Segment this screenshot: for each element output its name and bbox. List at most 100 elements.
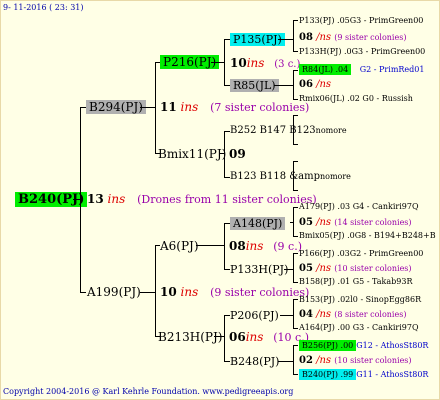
gen1-a199-num: 10 — [160, 285, 177, 299]
gen4-b256-label: B256(PJ) .00 — [299, 340, 357, 351]
gen2-b213h[interactable]: B213H(PJ) — [158, 331, 222, 343]
p216-stub — [211, 62, 225, 63]
gen2-a6-note: (9 c.) — [273, 240, 303, 253]
gen4-p206-note: (8 sister colonies) — [334, 310, 407, 319]
p135-stub — [278, 39, 294, 40]
gen1-b294-info: 11 ins (7 sister colonies) — [160, 101, 309, 113]
gen1-a199-ins: ins — [180, 285, 199, 299]
gen1-a199[interactable]: A199(PJ) — [87, 286, 141, 298]
gen4-p135-note: (9 sister colonies) — [334, 33, 407, 42]
gen4-b248-note: (10 sister colonies) — [334, 356, 412, 365]
gen2-a6-num: 08 — [229, 239, 246, 253]
gen4-b158[interactable]: B158(PJ) .01 G5 - Takab93R — [299, 278, 412, 286]
gen4-a164[interactable]: A164(PJ) .00 G3 - Cankiri97Q — [299, 324, 419, 332]
gen2-b213h-info: 06ins (10 c.) — [229, 331, 309, 343]
gen3-p133h[interactable]: P133H(PJ) — [230, 264, 288, 275]
a199-stub — [140, 292, 156, 293]
gen3-b252-label: B252 B147 B123 — [230, 125, 316, 136]
p135-branch-line — [293, 20, 294, 52]
gen3-b248[interactable]: B248(PJ) — [230, 356, 279, 367]
a199-branch-line — [155, 245, 156, 337]
b294-branch-line — [155, 62, 156, 154]
gen1-b294-note: (7 sister colonies) — [210, 101, 310, 114]
r85-stub — [274, 85, 294, 86]
a6-branch-line — [224, 223, 225, 270]
gen3-p206[interactable]: P206(PJ) — [230, 310, 279, 321]
b248-top-stub — [293, 345, 298, 346]
gen4-p206-ins: /ns — [316, 309, 332, 320]
bmix11-stub — [219, 153, 225, 154]
a6-stub — [196, 245, 225, 246]
p206-bottom-stub — [293, 328, 298, 329]
b294-stub — [140, 107, 156, 108]
gen4-b240[interactable]: B240(PJ) .99 G11 - AthosSt80R — [299, 369, 428, 380]
b248-bottom-stub — [293, 374, 298, 375]
gen1-b294[interactable]: B294(PJ) — [86, 100, 146, 114]
gen3-p135[interactable]: P135(PJ) — [230, 33, 285, 46]
root-note: (Drones from 11 sister colonies) — [137, 193, 317, 206]
gen4-a148-note: (14 sister colonies) — [334, 218, 412, 227]
p133h-branch-line — [293, 253, 294, 283]
b252-top-stub — [293, 115, 298, 116]
gen4-a148-mating: 05 /ns (14 sister colonies) — [299, 218, 412, 228]
gen2-bmix11-num: 09 — [229, 147, 246, 161]
b248-branch-line — [293, 345, 294, 375]
root-bottom-stub — [80, 292, 86, 293]
b123-branch-line — [293, 161, 294, 191]
root-stub — [73, 199, 81, 200]
gen4-r84-label: R84(JL) .04 — [299, 64, 352, 75]
gen4-bmix05[interactable]: Bmix05(PJ) .0G8 - B194+B248+B — [299, 232, 436, 240]
b123-bottom-stub — [293, 190, 298, 191]
gen4-r84[interactable]: R84(JL) .04 G2 - PrimRed01 — [299, 64, 425, 75]
gen4-p133h-note: (10 sister colonies) — [334, 264, 412, 273]
gen4-p133h-num: 05 — [299, 263, 313, 274]
gen3-p135-num: 10 — [230, 56, 247, 70]
gen4-b248-num: 02 — [299, 355, 313, 366]
root-ins: ins — [107, 192, 126, 206]
b252-bottom-stub — [293, 144, 298, 145]
gen4-p133h[interactable]: P133H(PJ) .0G3 - PrimGreen00 — [299, 48, 425, 56]
p135-top-stub — [293, 20, 298, 21]
gen4-b256[interactable]: B256(PJ) .00 G12 - AthosSt80R — [299, 340, 428, 351]
r85-top-stub — [293, 70, 298, 71]
gen4-b248-ins: /ns — [316, 355, 332, 366]
gen2-a6-ins: ins — [245, 239, 264, 253]
p133h-bottom-stub — [293, 282, 298, 283]
gen4-p135-ins: /ns — [316, 32, 332, 43]
gen2-bmix11[interactable]: Bmix11(PJ) — [158, 148, 226, 160]
a148-stub — [290, 222, 294, 223]
p133h-top-stub — [293, 253, 298, 254]
gen1-a199-note: (9 sister colonies) — [210, 286, 310, 299]
gen4-b240-label: B240(PJ) .99 — [299, 369, 357, 380]
gen4-r84-rest: G2 - PrimRed01 — [359, 65, 425, 74]
a148-bottom-stub — [293, 236, 298, 237]
gen3-b123[interactable]: B123 B118 &ampnomore — [230, 172, 351, 182]
root-mating-info: 13 ins (Drones from 11 sister colonies) — [87, 193, 317, 205]
gen4-a179[interactable]: A179(PJ) .03 G4 - Cankiri97Q — [299, 203, 419, 211]
gen3-a148[interactable]: A148(PJ) — [230, 217, 286, 230]
gen3-p135-info: 10ins (3 c.) — [230, 57, 300, 70]
gen1-b294-num: 11 — [160, 100, 177, 114]
gen3-p135-note: (3 c.) — [274, 59, 301, 70]
gen3-b252[interactable]: B252 B147 B123nomore — [230, 126, 347, 136]
p135-bottom-stub — [293, 51, 298, 52]
gen4-b153[interactable]: B153(PJ) .02l0 - SinopEgg86R — [299, 296, 421, 304]
a148-top-stub — [293, 207, 298, 208]
gen4-a148-num: 05 — [299, 217, 313, 228]
b248-stub — [278, 361, 294, 362]
gen4-p133h-mating: 05 /ns (10 sister colonies) — [299, 264, 412, 274]
gen4-p166[interactable]: P166(PJ) .03G2 - PrimGreen00 — [299, 250, 423, 258]
gen4-rmix06[interactable]: Rmix06(JL) .02 G0 - Russish — [299, 95, 413, 103]
gen2-a6[interactable]: A6(PJ) — [160, 240, 199, 252]
gen3-b123-tail: nomore — [319, 172, 351, 181]
b213h-stub — [214, 336, 225, 337]
gen3-b123-label: B123 B118 &amp — [230, 171, 320, 182]
gen4-r85-num: 06 — [299, 79, 313, 90]
p206-top-stub — [293, 299, 298, 300]
gen4-r85-mating: 06 /ns — [299, 80, 331, 90]
gen3-p135-ins: ins — [246, 56, 265, 70]
gen4-p133[interactable]: P133(PJ) .05G3 - PrimGreen00 — [299, 17, 423, 25]
gen3-r85[interactable]: R85(JL) — [230, 79, 279, 92]
gen4-b248-mating: 02 /ns (10 sister colonies) — [299, 356, 412, 366]
b252-branch-line — [293, 115, 294, 145]
